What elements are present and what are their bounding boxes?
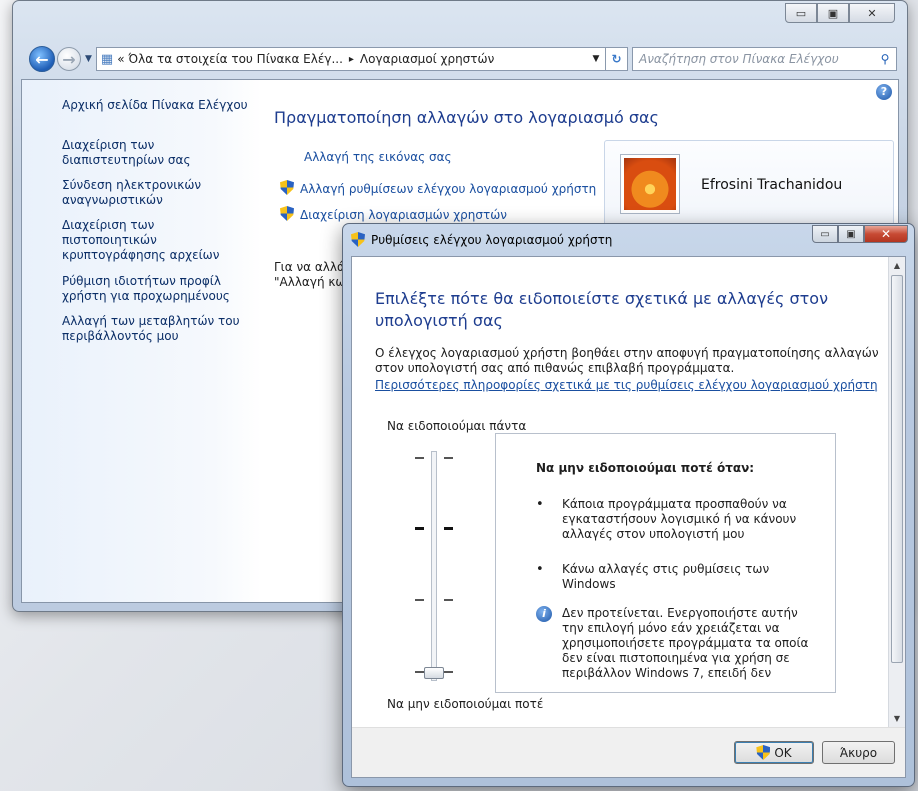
slider-thumb[interactable] [424,667,444,679]
breadcrumb-all-items[interactable]: Όλα τα στοιχεία του Πίνακα Ελέγ... [128,52,343,66]
cancel-button[interactable]: Άκυρο [822,741,895,764]
change-uac-settings-label: Αλλαγή ρυθμίσεων ελέγχου λογαριασμού χρή… [300,182,597,196]
bullet-icon: • [536,497,544,512]
body-text-fragment: "Αλλαγή κω [274,275,346,289]
dialog-content: Επιλέξτε πότε θα ειδοποιείστε σχετικά με… [351,256,906,778]
minimize-button[interactable]: ▭ [812,225,838,243]
user-card: Efrosini Trachanidou [604,140,894,232]
dialog-heading: Επιλέξτε πότε θα ειδοποιείστε σχετικά με… [375,289,828,330]
search-input[interactable]: Αναζήτηση στον Πίνακα Ελέγχου ⚲ [632,47,897,71]
search-placeholder: Αναζήτηση στον Πίνακα Ελέγχου [639,52,839,66]
slider-tick [444,457,453,459]
user-name: Efrosini Trachanidou [701,177,843,193]
chevron-down-icon[interactable]: ▼ [587,54,605,64]
sidebar-item-home[interactable]: Αρχική σελίδα Πίνακα Ελέγχου [62,98,252,113]
notification-level-slider[interactable] [431,451,437,681]
sidebar-item-advanced-profile[interactable]: Ρύθμιση ιδιοτήτων προφίλ χρήστη για προχ… [62,274,252,304]
slider-tick [415,599,424,601]
refresh-icon: ↻ [611,52,622,66]
forward-button[interactable]: → [57,47,81,71]
slider-label-bottom: Να μην ειδοποιούμαι ποτέ [387,697,544,711]
breadcrumb-user-accounts[interactable]: Λογαριασμοί χρηστών [360,52,494,66]
list-item-text: Κάποια προγράμματα προσπαθούν να εγκατασ… [562,497,797,541]
minimize-button[interactable]: ▭ [785,3,817,23]
manage-accounts-link[interactable]: Διαχείριση λογαριασμών χρηστών [280,204,507,222]
search-icon[interactable]: ⚲ [874,52,896,66]
sidebar-item-encryption-certs[interactable]: Διαχείριση των πιστοποιητικών κρυπτογράφ… [62,218,252,263]
maximize-button[interactable]: ▣ [817,3,849,23]
help-icon[interactable]: ? [876,84,892,100]
manage-accounts-label: Διαχείριση λογαριασμών χρηστών [300,208,507,222]
address-bar[interactable]: ▦ « Όλα τα στοιχεία του Πίνακα Ελέγ... ▸… [95,47,606,71]
arrow-right-icon: → [62,49,76,69]
navigation-bar: ← → ▼ ▦ « Όλα τα στοιχεία του Πίνακα Ελέ… [29,45,897,73]
uac-shield-icon [351,232,365,247]
slider-tick [444,671,453,673]
uac-shield-icon [280,206,294,221]
uac-shield-icon [280,180,294,195]
info-icon: i [536,606,552,622]
scroll-down-icon[interactable]: ▼ [889,710,905,727]
avatar[interactable] [621,155,679,213]
level-description-heading: Να μην ειδοποιούμαι ποτέ όταν: [536,461,755,475]
slider-tick [415,527,424,530]
back-button[interactable]: ← [29,46,55,72]
window-caption-buttons: ▭ ▣ ✕ [785,3,895,23]
breadcrumb-prefix[interactable]: « [117,52,124,66]
maximize-button[interactable]: ▣ [838,225,864,243]
body-text-fragment: Για να αλλά [274,260,345,274]
change-picture-link[interactable]: Αλλαγή της εικόνας σας [304,150,452,164]
close-button[interactable]: ✕ [849,3,895,23]
ok-button-label: OK [774,745,792,760]
list-item-text: Κάνω αλλαγές στις ρυθμίσεις των Windows [562,562,770,591]
refresh-button[interactable]: ↻ [606,47,628,71]
dialog-button-bar: OK Άκυρο [352,727,905,777]
scroll-up-icon[interactable]: ▲ [889,257,905,274]
sidebar-item-online-ids[interactable]: Σύνδεση ηλεκτρονικών αναγνωριστικών [62,178,252,208]
slider-tick [415,457,424,459]
slider-tick [444,599,453,601]
warning-text: Δεν προτείνεται. Ενεργοποιήστε αυτήν την… [562,606,809,680]
sidebar-item-environment-variables[interactable]: Αλλαγή των μεταβλητών του περιβάλλοντός … [62,314,252,344]
scrollbar-thumb[interactable] [891,275,903,663]
level-description-box: Να μην ειδοποιούμαι ποτέ όταν: • Κάποια … [495,433,836,693]
dialog-caption-buttons: ▭ ▣ ✕ [812,225,908,243]
dialog-title: Ρυθμίσεις ελέγχου λογαριασμού χρήστη [371,232,613,247]
change-uac-settings-link[interactable]: Αλλαγή ρυθμίσεων ελέγχου λογαριασμού χρή… [280,178,596,196]
close-button[interactable]: ✕ [864,225,908,243]
slider-tick [444,527,453,530]
ok-button[interactable]: OK [734,741,814,764]
dialog-description: Ο έλεγχος λογαριασμού χρήστη βοηθάει στη… [375,346,879,375]
control-panel-icon: ▦ [100,51,114,67]
dialog-title-bar: Ρυθμίσεις ελέγχου λογαριασμού χρήστη [351,232,612,247]
slider-tick [415,671,424,673]
uac-shield-icon [756,745,771,760]
more-info-link[interactable]: Περισσότερες πληροφορίες σχετικά με τις … [375,378,878,392]
sidebar-item-credentials[interactable]: Διαχείριση των διαπιστευτηρίων σας [62,138,252,168]
breadcrumb-separator[interactable]: ▸ [349,54,354,65]
uac-settings-dialog: Ρυθμίσεις ελέγχου λογαριασμού χρήστη ▭ ▣… [342,223,915,787]
recent-pages-dropdown[interactable]: ▼ [85,54,92,64]
bullet-icon: • [536,562,544,577]
page-title: Πραγματοποίηση αλλαγών στο λογαριασμό σα… [274,108,659,127]
arrow-left-icon: ← [35,49,49,69]
vertical-scrollbar[interactable]: ▲ ▼ [888,257,905,727]
slider-label-top: Να ειδοποιούμαι πάντα [387,419,527,433]
sidebar: Αρχική σελίδα Πίνακα Ελέγχου Διαχείριση … [22,80,262,602]
